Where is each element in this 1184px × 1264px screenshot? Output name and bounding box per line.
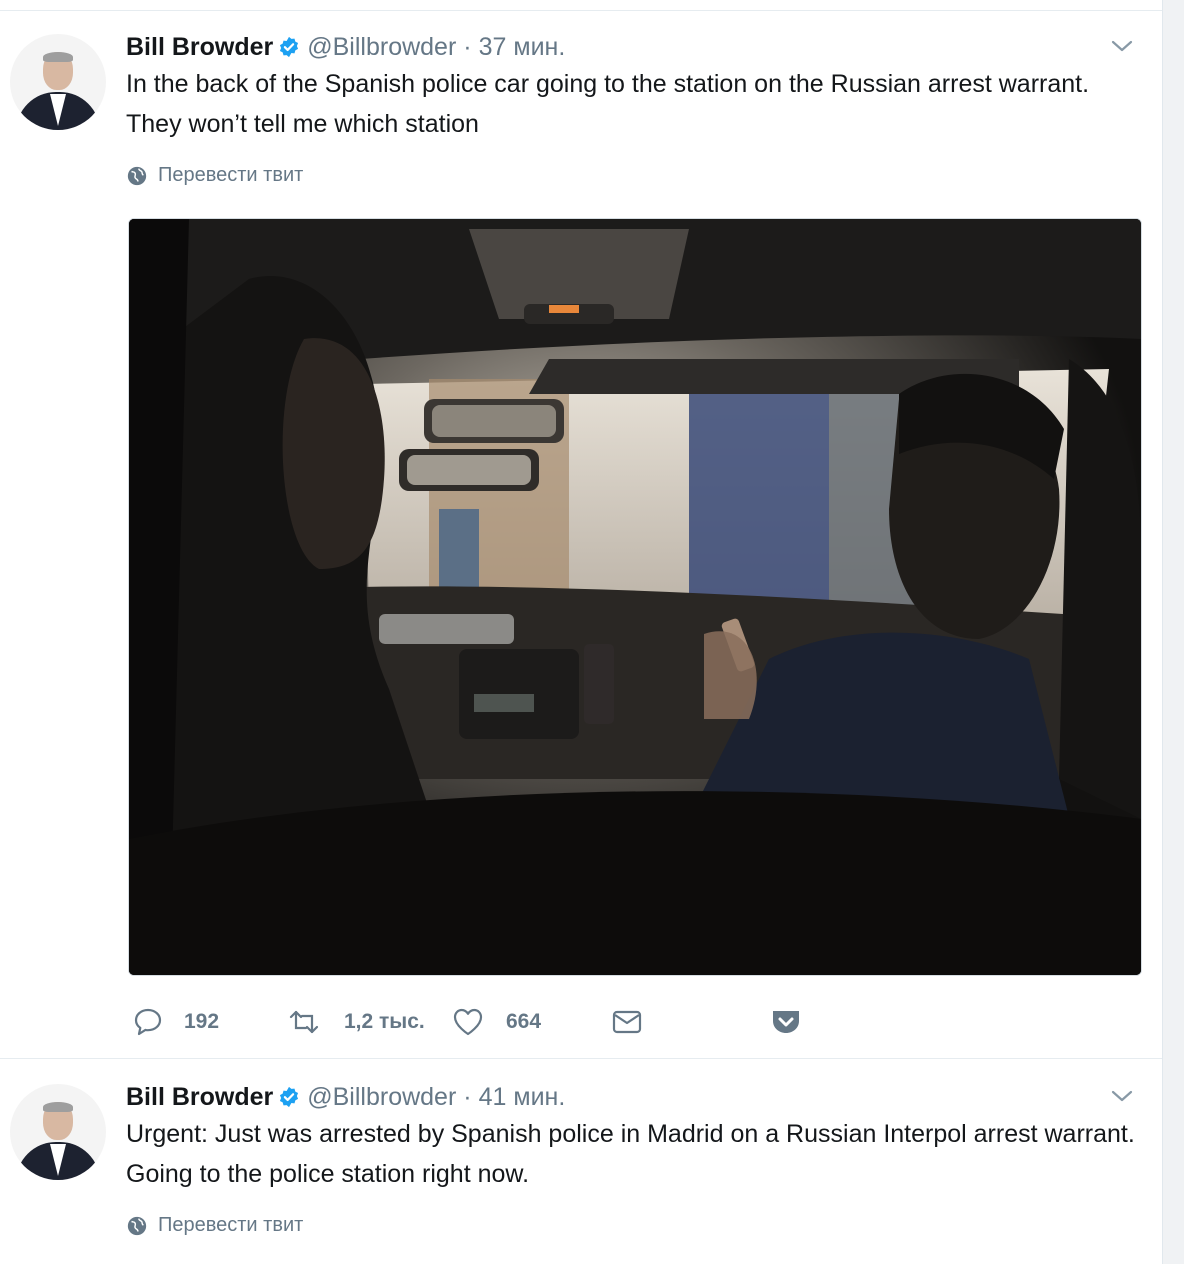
retweet-button[interactable]: 1,2 тыс.: [288, 1004, 425, 1040]
chevron-down-icon[interactable]: [1110, 34, 1134, 58]
author-name[interactable]: Bill Browder: [126, 1083, 273, 1112]
tweet-text: In the back of the Spanish police car go…: [126, 70, 1090, 138]
avatar[interactable]: [10, 1084, 106, 1180]
pocket-icon: [773, 1011, 799, 1033]
translate-tweet-link[interactable]: Перевести твит: [126, 1214, 303, 1237]
tweet-text: Urgent: Just was arrested by Spanish pol…: [126, 1120, 1135, 1188]
timestamp[interactable]: 37 мин.: [479, 33, 566, 62]
timestamp[interactable]: 41 мин.: [479, 1083, 566, 1112]
like-button[interactable]: 664: [452, 1004, 541, 1040]
like-count: 664: [506, 1010, 542, 1033]
direct-message-button[interactable]: [611, 1004, 643, 1040]
translate-tweet-link[interactable]: Перевести твит: [126, 164, 303, 187]
pocket-button[interactable]: [770, 1004, 802, 1040]
author-name[interactable]: Bill Browder: [126, 33, 273, 62]
tweet-divider: [0, 1058, 1162, 1059]
separator: ·: [463, 32, 472, 61]
translate-label: Перевести твит: [158, 1214, 304, 1236]
top-divider: [0, 10, 1162, 11]
translate-label: Перевести твит: [158, 164, 304, 186]
reply-icon: [134, 1008, 162, 1036]
reply-count: 192: [184, 1010, 220, 1033]
tweet-photo[interactable]: [128, 218, 1142, 976]
tweet-header: Bill Browder @Billbrowder · 37 мин.: [126, 30, 565, 64]
chevron-down-icon[interactable]: [1110, 1084, 1134, 1108]
avatar[interactable]: [10, 34, 106, 130]
reply-button[interactable]: 192: [132, 1004, 219, 1040]
heart-icon: [453, 1008, 483, 1036]
verified-badge-icon: [280, 36, 299, 58]
scrollbar-track[interactable]: [1162, 0, 1184, 1264]
retweet-count: 1,2 тыс.: [344, 1010, 425, 1033]
police-car-interior-photo: [129, 219, 1141, 975]
envelope-icon: [612, 1010, 642, 1034]
author-handle[interactable]: @Billbrowder: [307, 33, 456, 62]
retweet-icon: [289, 1010, 319, 1034]
globe-icon: [127, 1216, 147, 1235]
tweet-actions: 192 1,2 тыс. 664: [0, 1004, 1162, 1040]
tweet-header: Bill Browder @Billbrowder · 41 мин.: [126, 1080, 565, 1114]
globe-icon: [127, 166, 147, 185]
author-handle[interactable]: @Billbrowder: [307, 1083, 456, 1112]
separator: ·: [463, 1082, 472, 1111]
verified-badge-icon: [280, 1086, 299, 1108]
